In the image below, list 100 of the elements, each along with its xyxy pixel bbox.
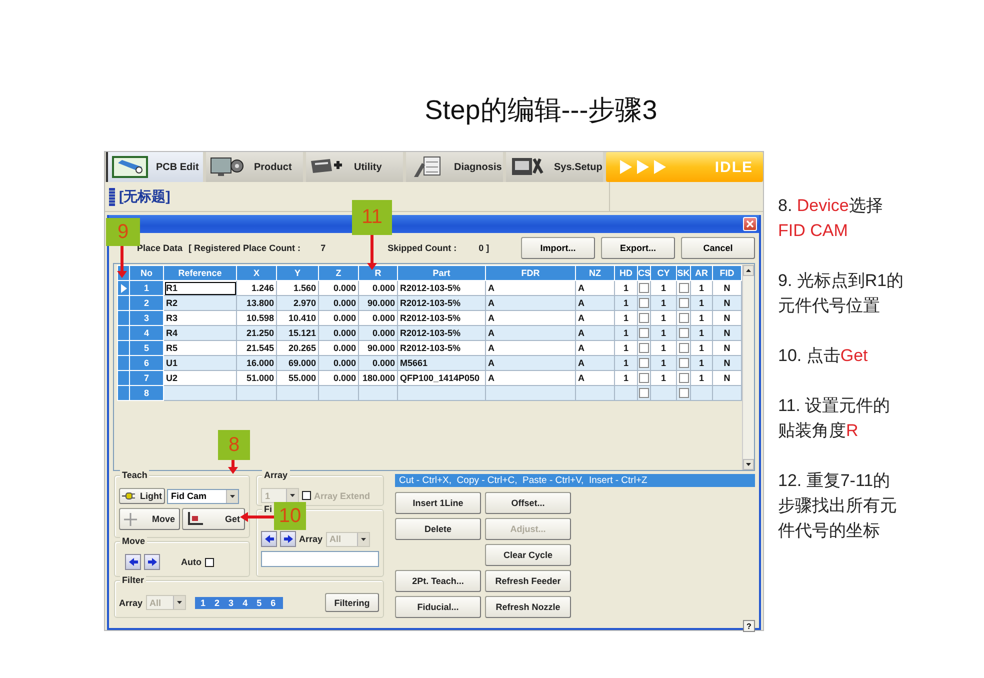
action-button[interactable]: Delete (395, 518, 481, 540)
toolbar-tab[interactable]: Product (206, 152, 303, 182)
get-button[interactable]: Get (182, 508, 245, 530)
checkbox[interactable] (678, 283, 688, 294)
checkbox-label: Auto (181, 557, 202, 567)
table-cell: 55.000 (276, 370, 318, 386)
table-cell: 15.121 (276, 326, 318, 340)
table-cell: 1.560 (276, 280, 318, 296)
previous-button[interactable] (261, 531, 277, 547)
table-cell: R2012-103-5% (398, 340, 486, 356)
column-header: Z (318, 266, 358, 280)
table-cell: A (486, 296, 576, 310)
table-cell: 1 (650, 340, 676, 356)
pointer-arrow (240, 512, 274, 522)
action-button[interactable]: Fiducial... (395, 596, 481, 618)
toolbar-tab[interactable]: Sys.Setup (506, 152, 603, 182)
step-number: 8 (218, 430, 250, 460)
checkbox[interactable] (678, 313, 688, 324)
table-cell: N (712, 296, 742, 310)
table-cell: R2 (164, 296, 236, 310)
table-cell: A (486, 370, 576, 386)
scrollbar[interactable] (742, 265, 754, 470)
checkbox[interactable] (678, 373, 688, 384)
checkbox[interactable] (639, 283, 649, 294)
action-button[interactable]: Offset... (485, 492, 571, 514)
checkbox[interactable] (639, 373, 649, 384)
checkbox[interactable] (678, 388, 688, 398)
toolbar-tab[interactable]: Diagnosis (406, 152, 503, 182)
checkbox[interactable] (639, 388, 649, 398)
up-arrow-icon (746, 269, 751, 272)
input-field[interactable] (261, 551, 379, 567)
table-cell: R5 (164, 340, 236, 356)
column-header: SK (676, 266, 690, 280)
column-header: NZ (576, 266, 614, 280)
table-cell: 1 (650, 370, 676, 386)
action-button[interactable]: Insert 1Line (395, 492, 481, 514)
column-header: R (358, 266, 398, 280)
checkbox[interactable] (639, 328, 649, 338)
bulb-icon (122, 492, 136, 500)
table-cell: A (576, 370, 614, 386)
table-cell: 0.000 (318, 340, 358, 356)
table-cell: 0.000 (358, 356, 398, 370)
action-button[interactable]: Clear Cycle (485, 544, 571, 566)
next-button[interactable] (144, 554, 160, 570)
dialog-button[interactable]: Export... (601, 237, 675, 259)
close-button[interactable] (743, 217, 757, 231)
table-cell: 10.410 (276, 310, 318, 326)
row-selector[interactable] (118, 370, 130, 386)
move-button[interactable]: Move (119, 508, 180, 530)
light-button[interactable]: Light (119, 488, 165, 504)
checkbox[interactable] (204, 558, 214, 566)
table-cell: N (712, 280, 742, 296)
column-header: CY (650, 266, 676, 280)
next-button[interactable] (280, 531, 296, 547)
checkbox[interactable] (678, 328, 688, 338)
checkbox[interactable] (678, 358, 688, 368)
row-selector[interactable] (118, 310, 130, 326)
action-button[interactable]: Refresh Nozzle (485, 596, 571, 618)
row-selector[interactable] (118, 340, 130, 356)
row-selector[interactable] (118, 356, 130, 370)
checkbox[interactable] (639, 313, 649, 324)
checkbox[interactable] (639, 343, 649, 354)
table-cell: A (576, 280, 614, 296)
help-button[interactable]: ? (743, 620, 755, 632)
table-cell: 51.000 (236, 370, 276, 386)
dropdown[interactable]: Fid Cam (167, 488, 239, 504)
checkbox[interactable] (678, 298, 688, 308)
row-selector[interactable] (118, 296, 130, 310)
toolbar-tab[interactable]: Utility (306, 152, 403, 182)
table-cell: R4 (164, 326, 236, 340)
status-text: IDLE (714, 158, 753, 176)
left-arrow-icon (264, 534, 274, 544)
row-selector[interactable] (118, 326, 130, 340)
table-cell: R3 (164, 310, 236, 326)
board-icon (112, 155, 148, 179)
checkbox[interactable] (639, 298, 649, 308)
table-cell: 21.250 (236, 326, 276, 340)
move-icon (124, 512, 137, 526)
dialog-button[interactable]: Cancel (681, 237, 755, 259)
column-header: No (130, 266, 164, 280)
column-header: Y (276, 266, 318, 280)
checkbox-label: Array Extend (314, 490, 370, 500)
checkbox[interactable] (639, 358, 649, 368)
action-button[interactable]: 2Pt. Teach... (395, 570, 481, 592)
table-cell: 0.000 (358, 326, 398, 340)
toolbar-tab[interactable]: PCB Edit (106, 152, 203, 182)
table-cell: 10.598 (236, 310, 276, 326)
summary-label: Place Data (137, 243, 183, 253)
dialog-button[interactable]: Import... (521, 237, 595, 259)
previous-button[interactable] (125, 554, 141, 570)
document-title: [无标题] (119, 188, 170, 206)
column-header: FDR (486, 266, 576, 280)
step-note: 11. 设置元件的 贴装角度R (778, 395, 892, 442)
row-selector[interactable] (118, 386, 130, 400)
checkbox[interactable] (678, 343, 688, 354)
pointer-arrow (228, 460, 238, 474)
step-number: 10 (274, 502, 306, 530)
table-cell: U2 (164, 370, 236, 386)
action-button[interactable]: Refresh Feeder (485, 570, 571, 592)
right-arrow-icon (146, 557, 158, 567)
